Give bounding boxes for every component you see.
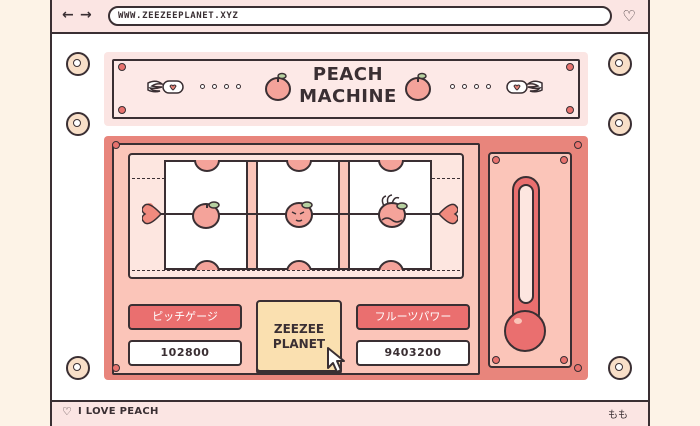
arrow-right-icon[interactable]: → — [80, 8, 92, 22]
lever-screw — [492, 156, 500, 164]
reel-guide-line — [132, 270, 460, 271]
pitch-gauge-button[interactable]: ピッチゲージ — [128, 304, 242, 330]
header-dot — [224, 84, 229, 89]
peach-face-icon — [282, 196, 318, 230]
machine-screw — [112, 364, 120, 372]
arrow-left-icon[interactable]: ← — [62, 8, 74, 22]
lever-screw — [560, 156, 568, 164]
machine-screw — [574, 141, 582, 149]
peach-icon — [376, 160, 406, 174]
heart-right-icon — [436, 202, 459, 226]
window-bolt-right-lower — [608, 356, 632, 380]
window-bolt-right-mid — [608, 112, 632, 136]
header-dot — [486, 84, 491, 89]
window-bolt-left-mid — [66, 112, 90, 136]
title-line-1: PEACH — [312, 64, 384, 85]
address-bar[interactable]: WWW.ZEEZEEPLANET.XYZ — [108, 6, 612, 26]
header-screw-tl — [118, 63, 126, 71]
header-screw-br — [566, 106, 574, 114]
footer-left-text: I LOVE PEACH — [78, 406, 159, 417]
page-title: PEACH MACHINE — [296, 64, 400, 108]
peach-icon — [192, 256, 222, 270]
lever-screw — [492, 356, 500, 364]
header-dot — [200, 84, 205, 89]
peach-icon — [376, 256, 406, 270]
window-bolt-left-upper — [66, 52, 90, 76]
peach-icon — [262, 70, 294, 102]
reel-separator — [340, 160, 348, 270]
winged-heart-left-icon — [146, 78, 186, 96]
winged-heart-right-icon — [504, 78, 544, 96]
footer-right-text: もも — [608, 410, 628, 421]
cursor-arrow-icon — [326, 346, 350, 374]
window-bolt-left-lower — [66, 356, 90, 380]
header-dot — [236, 84, 241, 89]
peach-icon — [190, 196, 226, 230]
fruit-power-button[interactable]: フルーツパワー — [356, 304, 470, 330]
peach-icon — [192, 160, 222, 174]
peach-icon — [284, 160, 314, 174]
lever-knob[interactable] — [504, 310, 546, 352]
title-line-2: MACHINE — [299, 86, 397, 107]
peach-bitten-icon — [374, 192, 412, 230]
header-dot — [474, 84, 479, 89]
header-dot — [462, 84, 467, 89]
window-bolt-right-upper — [608, 52, 632, 76]
peach-icon — [402, 70, 434, 102]
fruit-power-value: 9403200 — [356, 340, 470, 366]
heart-icon: ♡ — [62, 405, 72, 418]
machine-screw — [574, 364, 582, 372]
header-dot — [212, 84, 217, 89]
header-dot — [450, 84, 455, 89]
header-screw-bl — [118, 106, 126, 114]
machine-screw — [112, 141, 120, 149]
pitch-gauge-value: 102800 — [128, 340, 242, 366]
heart-icon[interactable]: ♡ — [620, 7, 638, 25]
lever-screw — [560, 356, 568, 364]
lever-slot — [518, 184, 534, 304]
reel-separator — [248, 160, 256, 270]
peach-icon — [284, 256, 314, 270]
heart-left-icon — [141, 202, 164, 226]
header-screw-tr — [566, 63, 574, 71]
spin-button-line-1: ZEEZEE — [273, 322, 325, 336]
